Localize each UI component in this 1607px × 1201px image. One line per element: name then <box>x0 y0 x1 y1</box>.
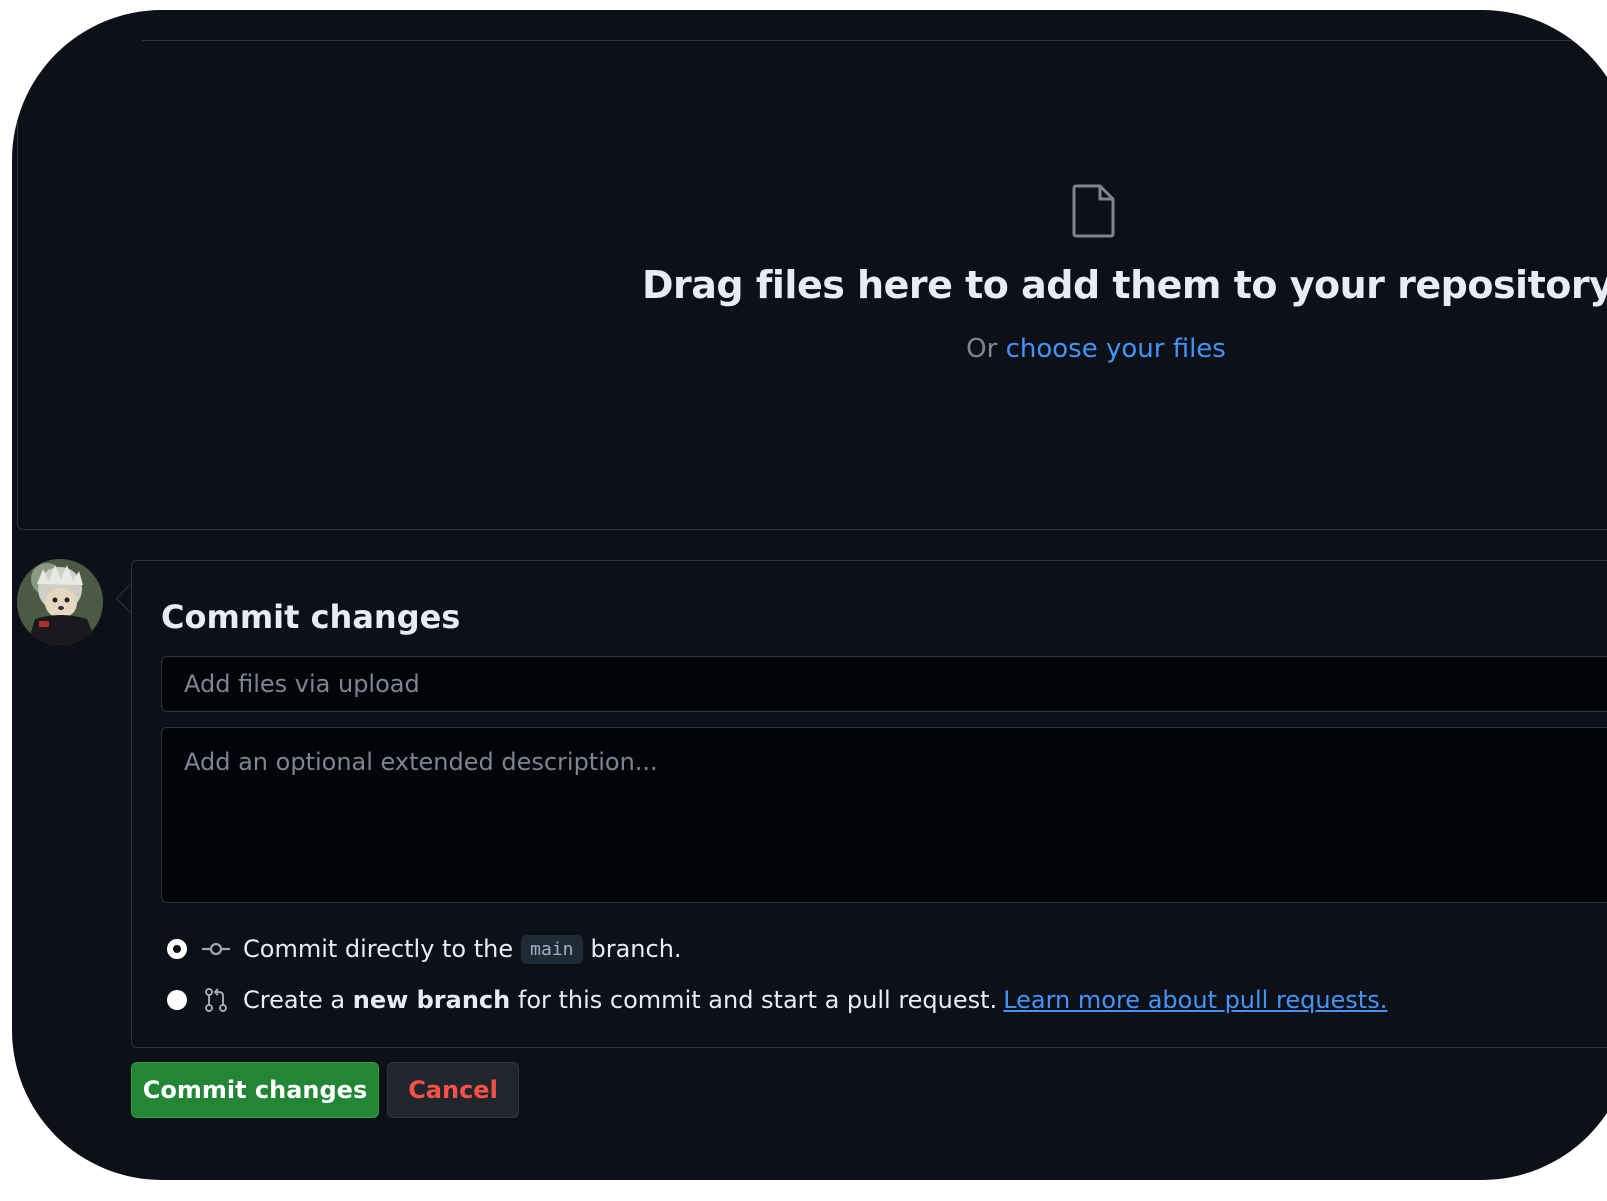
commit-description-input[interactable] <box>161 727 1607 903</box>
choose-files-link[interactable]: choose your files <box>1006 334 1226 364</box>
file-icon <box>1072 184 1115 238</box>
commit-direct-option[interactable]: Commit directly to the main branch. <box>167 931 682 967</box>
commit-direct-prefix: Commit directly to the <box>243 935 514 963</box>
new-branch-radio[interactable] <box>167 990 187 1010</box>
dropzone-title: Drag files here to add them to your repo… <box>642 263 1607 307</box>
branch-name-badge: main <box>521 934 583 964</box>
new-branch-option[interactable]: Create a new branch for this commit and … <box>167 982 1387 1018</box>
avatar-image <box>17 559 103 645</box>
dropzone-subtitle: Or choose your files <box>642 334 1550 364</box>
commit-direct-suffix: branch. <box>590 935 682 963</box>
upload-page: Drag files here to add them to your repo… <box>12 10 1607 1180</box>
dropzone-subtitle-prefix: Or <box>966 334 998 364</box>
commit-direct-radio[interactable] <box>167 939 187 959</box>
git-pull-request-icon <box>205 988 227 1012</box>
commit-changes-button[interactable]: Commit changes <box>131 1062 379 1118</box>
commit-summary-input[interactable] <box>161 656 1607 712</box>
learn-pull-requests-link[interactable]: Learn more about pull requests. <box>1003 986 1387 1014</box>
new-branch-bold: new branch <box>352 986 511 1014</box>
commit-title: Commit changes <box>161 598 461 636</box>
git-commit-icon <box>202 942 230 956</box>
avatar[interactable] <box>17 559 103 645</box>
new-branch-prefix: Create a <box>243 986 346 1014</box>
cancel-button[interactable]: Cancel <box>387 1062 519 1118</box>
new-branch-suffix: for this commit and start a pull request… <box>517 986 998 1014</box>
